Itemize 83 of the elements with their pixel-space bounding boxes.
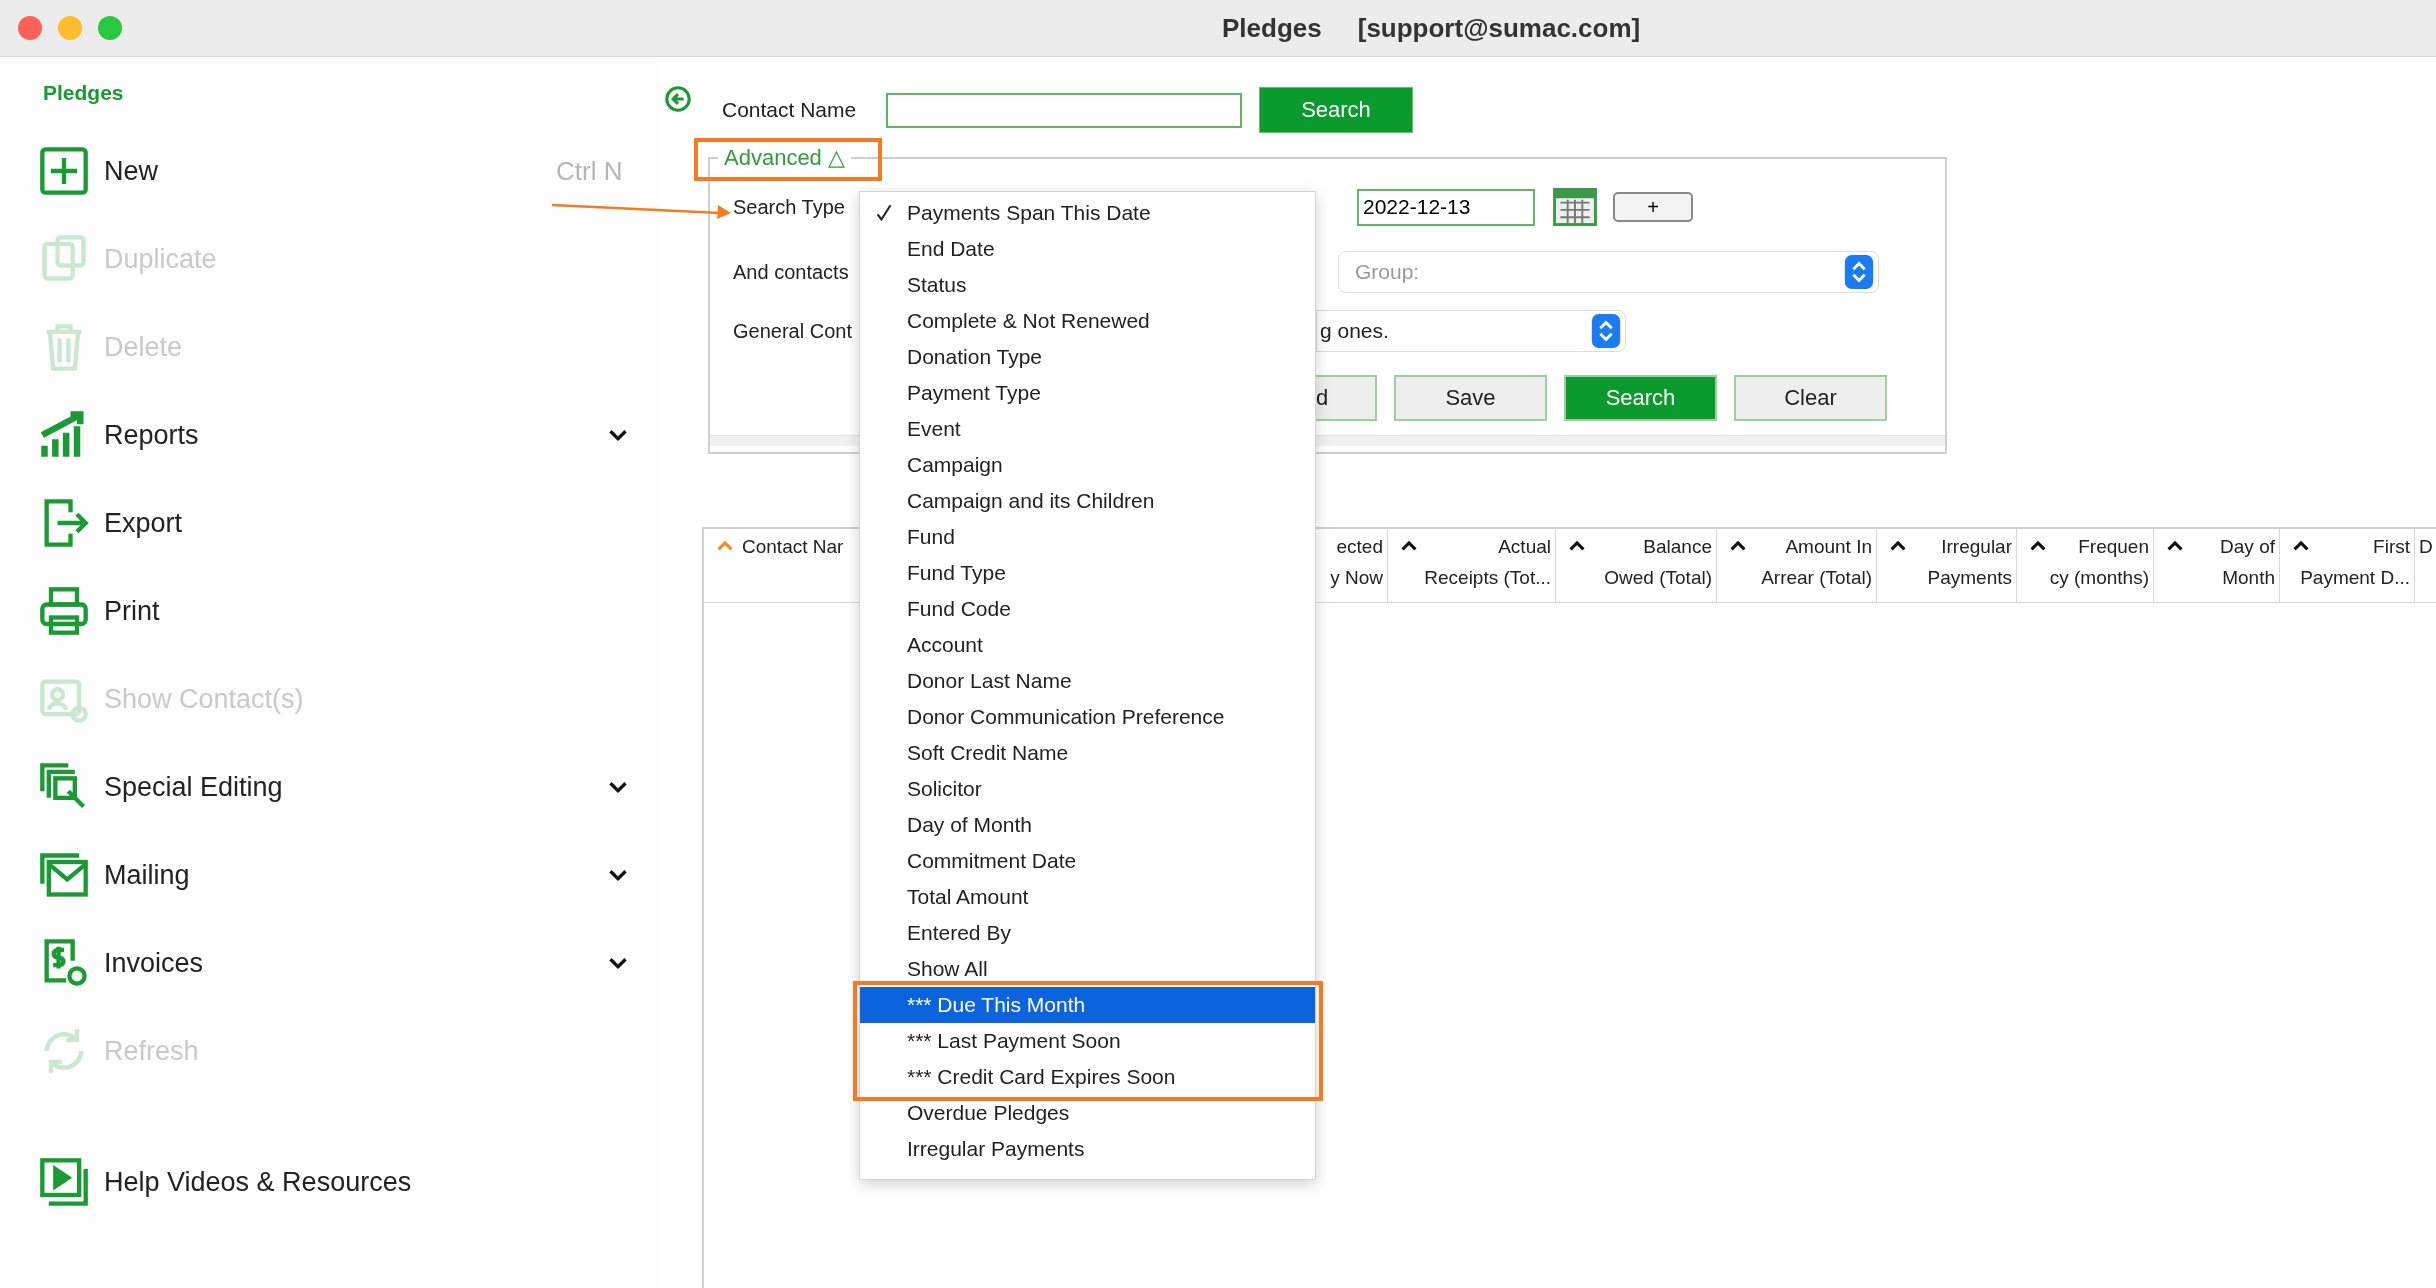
sort-caret-icon[interactable] — [1729, 539, 1747, 552]
column-header[interactable]: Day of Month — [2220, 531, 2275, 593]
menu-item[interactable]: Total Amount — [860, 879, 1315, 915]
menu-item[interactable]: Campaign and its Children — [860, 483, 1315, 519]
stepper-icon[interactable] — [1844, 255, 1874, 289]
action-button[interactable]: Save — [1394, 375, 1547, 421]
sidebar-item[interactable]: Print — [104, 595, 160, 627]
calendar-icon[interactable] — [1552, 188, 1598, 226]
sidebar-item[interactable]: New — [104, 155, 158, 187]
column-header[interactable]: First Payment D... — [2300, 531, 2410, 593]
chevron-down-icon[interactable] — [608, 956, 628, 970]
menu-item[interactable]: Overdue Pledges — [860, 1095, 1315, 1131]
sidebar-item[interactable]: Invoices — [104, 947, 204, 979]
sort-caret-icon[interactable] — [1568, 539, 1586, 552]
action-button[interactable]: Clear — [1734, 375, 1887, 421]
user-email: [support@sumac.com] — [1357, 12, 1641, 44]
menu-item[interactable]: Account — [860, 627, 1315, 663]
menu-item[interactable]: Irregular Payments — [860, 1131, 1315, 1167]
menu-item[interactable]: Day of Month — [860, 807, 1315, 843]
menu-item[interactable]: Show All — [860, 951, 1315, 987]
menu-item[interactable]: End Date — [860, 231, 1315, 267]
back-icon[interactable] — [664, 85, 692, 113]
menu-item[interactable]: Campaign — [860, 447, 1315, 483]
sidebar-item[interactable]: Export — [104, 507, 183, 539]
plus-icon[interactable] — [38, 145, 90, 197]
menu-item[interactable]: Solicitor — [860, 771, 1315, 807]
menu-item[interactable]: Payments Span This Date — [860, 195, 1315, 231]
menu-item[interactable]: *** Last Payment Soon — [860, 1023, 1315, 1059]
menu-item[interactable]: Fund Code — [860, 591, 1315, 627]
menu-item[interactable]: *** Credit Card Expires Soon — [860, 1059, 1315, 1095]
group-label: And contacts — [733, 260, 849, 284]
menu-item[interactable]: Donor Communication Preference — [860, 699, 1315, 735]
general-control-label: General Cont — [733, 319, 852, 343]
menu-item[interactable]: Fund — [860, 519, 1315, 555]
sidebar-item[interactable]: Special Editing — [104, 771, 283, 803]
contact-name-field[interactable] — [886, 92, 1242, 128]
column-header[interactable]: Irregular Payments — [1927, 531, 2012, 593]
date-field[interactable]: 2022-12-13 — [1357, 188, 1535, 226]
column-header[interactable]: Contact Nar — [742, 531, 844, 562]
search-type-label: Search Type — [733, 195, 845, 219]
sidebar-item[interactable]: Reports — [104, 419, 199, 451]
close-button[interactable] — [18, 16, 42, 40]
zoom-button[interactable] — [98, 16, 122, 40]
column-header[interactable]: Amount In Arrear (Total) — [1761, 531, 1872, 593]
sort-caret-icon[interactable] — [2166, 539, 2184, 552]
chevron-down-icon[interactable] — [608, 868, 628, 882]
menu-item[interactable]: Fund Type — [860, 555, 1315, 591]
sort-caret-icon[interactable] — [1400, 539, 1418, 552]
column-header[interactable]: D — [2419, 531, 2433, 562]
add-button[interactable]: + — [1613, 192, 1693, 222]
menu-item[interactable]: Donor Last Name — [860, 663, 1315, 699]
sort-caret-icon[interactable] — [1889, 539, 1907, 552]
window-title: Pledges — [1222, 12, 1322, 44]
column-header[interactable]: Frequen cy (months) — [2049, 531, 2149, 593]
shortcut-label: Ctrl N — [556, 155, 623, 187]
sidebar-item[interactable]: Mailing — [104, 859, 190, 891]
menu-item[interactable]: Entered By — [860, 915, 1315, 951]
search-button[interactable]: Search — [1259, 87, 1413, 133]
menu-item[interactable]: Status — [860, 267, 1315, 303]
column-header[interactable]: Actual Receipts (Tot... — [1424, 531, 1551, 593]
sidebar-heading: Pledges — [43, 81, 125, 106]
advanced-toggle[interactable]: Advanced △ — [718, 145, 851, 171]
sort-caret-icon[interactable] — [2292, 539, 2310, 552]
action-button[interactable]: d — [1316, 375, 1377, 421]
column-header[interactable]: Balance Owed (Total) — [1604, 531, 1712, 593]
contact-name-label: Contact Name — [722, 98, 858, 122]
menu-item[interactable]: *** Due This Month — [860, 987, 1315, 1023]
general-control-select[interactable]: g ones. — [1316, 310, 1626, 352]
menu-item[interactable]: Commitment Date — [860, 843, 1315, 879]
stepper-icon[interactable] — [1591, 314, 1621, 348]
chevron-down-icon[interactable] — [608, 780, 628, 794]
menu-item[interactable]: Payment Type — [860, 375, 1315, 411]
sidebar-item[interactable]: Help Videos & Resources — [104, 1166, 412, 1198]
menu-item[interactable]: Event — [860, 411, 1315, 447]
column-header[interactable]: ected y Now — [1330, 531, 1383, 593]
menu-item[interactable]: Soft Credit Name — [860, 735, 1315, 771]
printer-icon[interactable] — [38, 585, 90, 637]
chevron-down-icon[interactable] — [608, 428, 628, 442]
action-button[interactable]: Search — [1564, 375, 1717, 421]
menu-item[interactable]: Donation Type — [860, 339, 1315, 375]
sort-caret-icon[interactable] — [2029, 539, 2047, 552]
menu-item[interactable]: Complete & Not Renewed — [860, 303, 1315, 339]
video-icon[interactable] — [38, 1156, 90, 1208]
